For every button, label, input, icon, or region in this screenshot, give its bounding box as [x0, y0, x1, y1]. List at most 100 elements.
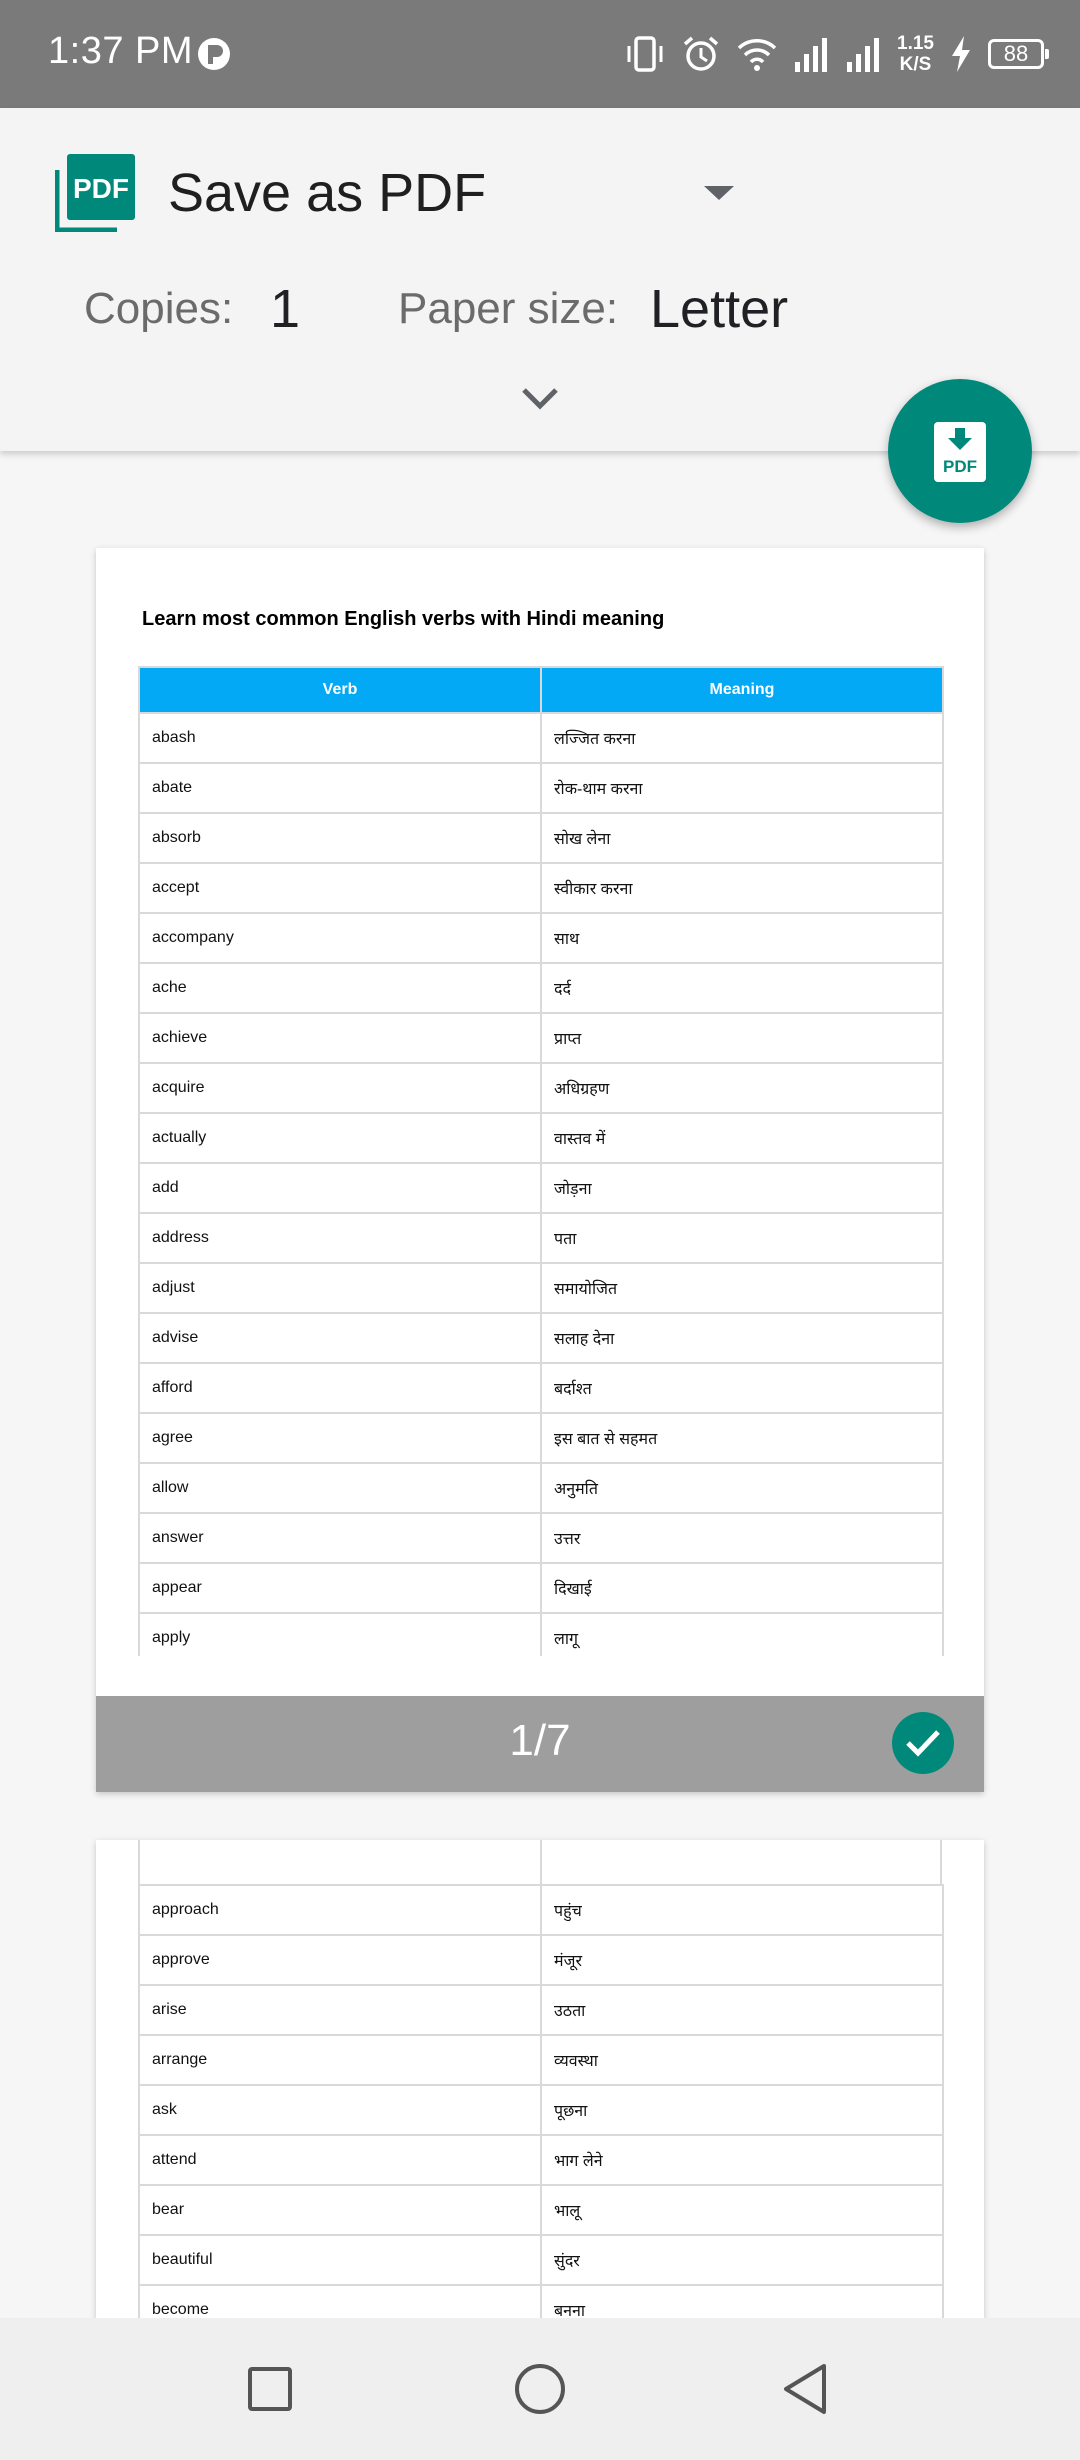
home-button[interactable] — [505, 2354, 575, 2424]
triangle-back-icon — [784, 2364, 826, 2414]
meaning-cell: सुंदर — [540, 2234, 944, 2286]
battery-indicator: 88 — [988, 39, 1049, 69]
wifi-icon — [737, 39, 777, 71]
meaning-cell: भालू — [540, 2184, 944, 2236]
page-footer: 1/7 — [96, 1696, 984, 1792]
verb-cell: add — [138, 1162, 542, 1214]
printer-selector[interactable]: Save as PDF — [168, 162, 486, 224]
fab-pdf-text: PDF — [943, 457, 977, 476]
copies-value[interactable]: 1 — [270, 278, 300, 340]
table-header-row: Verb Meaning — [138, 666, 944, 714]
verb-cell: appear — [138, 1562, 542, 1614]
meaning-cell: उत्तर — [540, 1512, 944, 1564]
table-row: advise सलाह देना — [138, 1312, 944, 1364]
table-row: add जोड़ना — [138, 1162, 944, 1214]
verb-cell: adjust — [138, 1262, 542, 1314]
verb-cell: achieve — [138, 1012, 542, 1064]
meaning-cell: समायोजित — [540, 1262, 944, 1314]
recents-button[interactable] — [235, 2354, 305, 2424]
table-row: accept स्वीकार करना — [138, 862, 944, 914]
paper-size-value[interactable]: Letter — [650, 278, 788, 340]
table-row: acquire अधिग्रहण — [138, 1062, 944, 1114]
verb-cell: abate — [138, 762, 542, 814]
verb-cell: accept — [138, 862, 542, 914]
circle-icon — [515, 2364, 565, 2414]
column-header-meaning: Meaning — [540, 666, 944, 714]
table-row: approve मंजूर — [138, 1934, 944, 1986]
copies-label: Copies: — [84, 284, 234, 333]
verbs-table-continued: approach पहुंच approve मंजूर arise उठता arrang… — [138, 1884, 944, 2320]
check-icon — [906, 1730, 940, 1757]
verb-cell: actually — [138, 1112, 542, 1164]
table-row: approach पहुंच — [138, 1884, 944, 1936]
status-time: 1:37 PM — [48, 30, 194, 72]
table-row: absorb सोख लेना — [138, 812, 944, 864]
signal-icon — [847, 38, 880, 72]
charging-icon — [952, 36, 970, 72]
meaning-cell: उठता — [540, 1984, 944, 2036]
meaning-cell: इस बात से सहमत — [540, 1412, 944, 1464]
status-bar: 1:37 PM 1.15 K/S 88 — [0, 0, 1080, 108]
meaning-cell: वास्तव में — [540, 1112, 944, 1164]
meaning-cell: अनुमति — [540, 1462, 944, 1514]
table-row: accompany साथ — [138, 912, 944, 964]
meaning-cell: भाग लेने — [540, 2134, 944, 2186]
verb-cell: approve — [138, 1934, 542, 1986]
back-button[interactable] — [770, 2354, 840, 2424]
page-select-checkbox[interactable] — [892, 1712, 954, 1774]
meaning-cell: पहुंच — [540, 1884, 944, 1936]
table-row: abash लज्जित करना — [138, 712, 944, 764]
alarm-icon — [683, 36, 719, 71]
preview-page-1[interactable]: Learn most common English verbs with Hin… — [96, 548, 984, 1792]
verb-cell: ask — [138, 2084, 542, 2136]
verb-cell: abash — [138, 712, 542, 764]
document-title: Learn most common English verbs with Hin… — [142, 608, 665, 630]
table-row: allow अनुमति — [138, 1462, 944, 1514]
verb-cell: attend — [138, 2134, 542, 2186]
net-speed-value: 1.15 — [897, 33, 934, 54]
verb-cell: arise — [138, 1984, 542, 2036]
table-row: agree इस बात से सहमत — [138, 1412, 944, 1464]
meaning-cell: दर्द — [540, 962, 944, 1014]
preview-page-2[interactable]: approach पहुंच approve मंजूर arise उठता arrang… — [96, 1840, 984, 2320]
table-row: abate रोक-थाम करना — [138, 762, 944, 814]
meaning-cell: बर्दाश्त — [540, 1362, 944, 1414]
verbs-table: Verb Meaning abash लज्जित करना abate रोक-था… — [138, 666, 944, 1664]
verb-cell: approach — [138, 1884, 542, 1936]
meaning-cell: व्यवस्था — [540, 2034, 944, 2086]
table-row: actually वास्तव में — [138, 1112, 944, 1164]
download-pdf-button[interactable]: PDF — [888, 379, 1032, 523]
table-row: appear दिखाई — [138, 1562, 944, 1614]
column-header-verb: Verb — [138, 666, 542, 714]
meaning-cell: स्वीकार करना — [540, 862, 944, 914]
table-row: ache दर्द — [138, 962, 944, 1014]
paper-size-label: Paper size: — [398, 284, 619, 333]
meaning-cell: लज्जित करना — [540, 712, 944, 764]
table-row: become बनना — [138, 2284, 944, 2320]
verb-cell: allow — [138, 1462, 542, 1514]
meaning-cell: बनना — [540, 2284, 944, 2320]
verb-cell: answer — [138, 1512, 542, 1564]
table-row: ask पूछना — [138, 2084, 944, 2136]
meaning-cell: जोड़ना — [540, 1162, 944, 1214]
pdf-logo-text: PDF — [73, 173, 129, 204]
table-row: bear भालू — [138, 2184, 944, 2236]
chevron-down-icon[interactable] — [520, 384, 560, 412]
table-row: beautiful सुंदर — [138, 2234, 944, 2286]
meaning-cell: अधिग्रहण — [540, 1062, 944, 1114]
table-row: arrange व्यवस्था — [138, 2034, 944, 2086]
verb-cell: arrange — [138, 2034, 542, 2086]
verb-cell: absorb — [138, 812, 542, 864]
verb-cell: acquire — [138, 1062, 542, 1114]
meaning-cell: सोख लेना — [540, 812, 944, 864]
verb-cell: accompany — [138, 912, 542, 964]
table-row: answer उत्तर — [138, 1512, 944, 1564]
dropdown-arrow-icon[interactable] — [704, 186, 734, 200]
square-icon — [248, 2367, 292, 2411]
app-notification-icon — [198, 38, 230, 70]
page-number: 1/7 — [509, 1716, 571, 1765]
signal-icon — [795, 38, 828, 72]
table-row: afford बर्दाश्त — [138, 1362, 944, 1414]
meaning-cell: पूछना — [540, 2084, 944, 2136]
meaning-cell: सलाह देना — [540, 1312, 944, 1364]
